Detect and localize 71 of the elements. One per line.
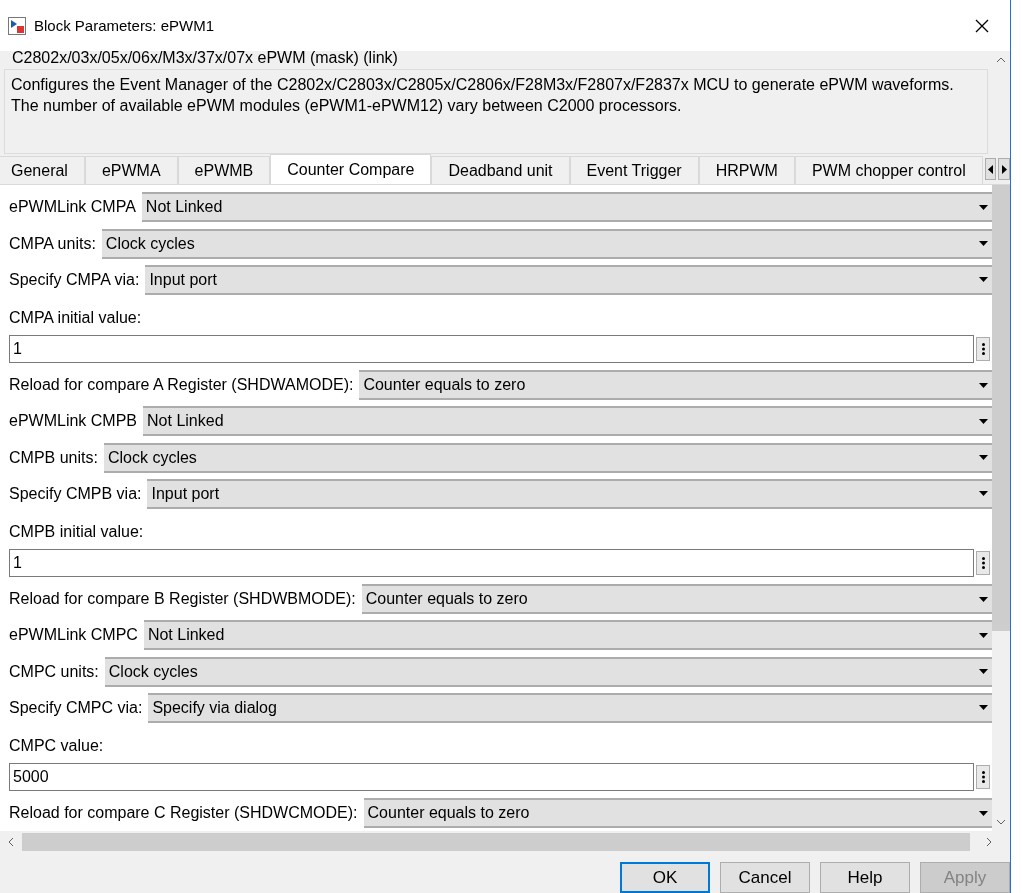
caret-icon [979,705,988,711]
dialog-button[interactable]: OK [620,862,710,893]
block-icon [8,16,26,35]
parameter-label: Specify CMPB via: [9,484,142,503]
tab[interactable]: PWM chopper control [794,155,983,185]
tab[interactable]: Counter Compare [270,153,432,185]
dropdown[interactable]: Clock cycles [103,442,992,473]
dropdown[interactable]: Input port [145,264,992,295]
caret-icon [979,241,988,247]
window-title: Block Parameters: ePWM1 [34,17,216,35]
more-icon [981,770,985,783]
dropdown[interactable]: Not Linked [141,192,992,223]
tab[interactable]: Deadband unit [431,155,570,185]
parameter-label: Reload for compare C Register (SHDWCMODE): [9,804,358,823]
caret-icon [979,596,988,602]
tab-scroll-left-button[interactable] [984,157,997,181]
parameter-label: Reload for compare B Register (SHDWBMODE): [9,590,356,609]
block-title: C2802x/03x/05x/06x/M3x/37x/07x ePWM (mask) (link) [11,49,399,68]
more-button[interactable] [976,764,990,789]
parameter-label: ePWMLink CMPC [9,626,138,645]
close-icon [975,18,989,33]
tab[interactable]: HRPWM [698,155,795,185]
caret-icon [979,277,988,283]
dropdown[interactable]: Not Linked [143,406,992,437]
tab-scroll-right-button[interactable] [998,157,1010,181]
input-field[interactable]: 1 [9,334,974,363]
tab[interactable]: ePWMA [84,155,178,185]
parameter-label: CMPB units: [9,448,98,467]
left-arrow-icon [988,164,994,174]
parameter-label: CMPC value: [9,736,104,755]
parameter-label: ePWMLink CMPA [9,198,136,217]
caret-icon [979,418,988,424]
more-icon [981,342,985,355]
dropdown[interactable]: Specify via dialog [148,692,992,723]
parameter-label: CMPC units: [9,662,99,681]
parameter-label: Specify CMPA via: [9,270,140,289]
dialog-button[interactable]: Cancel [720,862,810,893]
caret-icon [979,204,988,210]
dropdown[interactable]: Counter equals to zero [363,798,992,829]
dropdown[interactable]: Clock cycles [101,228,992,259]
parameter-label: ePWMLink CMPB [9,412,138,431]
more-icon [981,556,985,569]
description-text: Configures the Event Manager of the C2802x/C2803x/C2805x/C2806x/F28M3x/F2807x/F2837x MCU to generate ePWM waveforms. [11,75,955,96]
caret-icon [979,382,988,388]
more-button[interactable] [976,336,990,361]
input-field[interactable]: 1 [9,548,974,577]
dropdown[interactable]: Counter equals to zero [359,370,992,401]
scrollbar-thumb[interactable] [992,185,1010,632]
tab[interactable]: General [0,155,85,185]
dropdown[interactable]: Clock cycles [104,656,992,687]
parameter-label: Specify CMPC via: [9,698,143,717]
parameter-label: CMPA initial value: [9,308,142,327]
dialog-button[interactable]: Help [820,862,910,893]
parameter-label: CMPB initial value: [9,522,144,541]
dropdown[interactable]: Not Linked [143,620,992,651]
parameter-label: Reload for compare A Register (SHDWAMODE): [9,376,354,395]
caret-icon [979,669,988,675]
description-text: The number of available ePWM modules (ePWM1-ePWM12) vary between C2000 processors. [11,96,683,117]
caret-icon [979,632,988,638]
input-field[interactable]: 5000 [9,762,974,791]
tab[interactable]: Event Trigger [569,155,699,185]
right-arrow-icon [1001,164,1007,174]
more-button[interactable] [976,550,990,575]
horizontal-scrollbar-thumb[interactable] [22,833,970,852]
caret-icon [979,491,988,497]
dropdown[interactable]: Input port [147,478,992,509]
tab[interactable]: ePWMB [177,155,271,185]
dropdown[interactable]: Counter equals to zero [361,584,992,615]
caret-icon [979,455,988,461]
caret-icon [979,810,988,816]
parameter-label: CMPA units: [9,234,96,253]
